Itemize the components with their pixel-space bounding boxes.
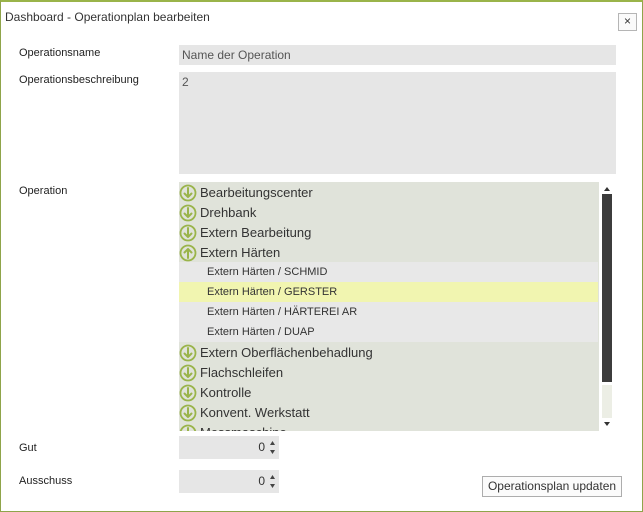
update-operation-plan-button[interactable]: Operationsplan updaten [482,476,622,497]
operation-group-item[interactable]: Flachschleifen [179,362,598,382]
dialog-window: Dashboard - Operationplan bearbeiten × O… [0,0,643,512]
scroll-down-icon[interactable] [602,419,612,429]
operation-group-item[interactable]: Bearbeitungscenter [179,182,598,202]
operation-group-item[interactable]: Kontrolle [179,382,598,402]
operation-name-label: Operationsname [19,47,101,59]
operation-group-item[interactable]: Messmaschine [179,422,598,431]
ausschuss-label: Ausschuss [19,475,73,487]
expand-down-icon[interactable] [179,224,197,242]
collapse-up-icon[interactable] [179,244,197,262]
expand-down-icon[interactable] [179,404,197,422]
ausschuss-stepper[interactable]: 0 [179,470,279,493]
expand-down-icon[interactable] [179,204,197,222]
operation-group-item[interactable]: Extern Härten [179,242,598,262]
operation-group-item[interactable]: Drehbank [179,202,598,222]
title-bar: Dashboard - Operationplan bearbeiten × [1,2,642,36]
operation-name-field[interactable]: Name der Operation [179,45,616,65]
operation-child-item[interactable]: Extern Härten / DUAP [179,322,598,342]
operation-child-item[interactable]: Extern Härten / GERSTER [179,282,598,302]
operation-description-label: Operationsbeschreibung [19,74,139,86]
operation-group-label: Extern Oberflächenbehadlung [200,345,373,360]
operation-child-label: Extern Härten / SCHMID [207,266,328,278]
window-title: Dashboard - Operationplan bearbeiten [5,10,210,24]
expand-down-icon[interactable] [179,424,197,431]
operation-child-label: Extern Härten / GERSTER [207,286,338,298]
operation-group-label: Messmaschine [200,425,287,431]
operation-group-label: Drehbank [200,205,257,220]
expand-down-icon[interactable] [179,384,197,402]
close-button[interactable]: × [618,13,637,31]
gut-stepper[interactable]: 0 [179,436,279,459]
ausschuss-value: 0 [258,474,265,488]
operation-child-label: Extern Härten / DUAP [207,326,315,338]
expand-down-icon[interactable] [179,344,197,362]
operation-group-label: Bearbeitungscenter [200,185,313,200]
operation-group-label: Flachschleifen [200,365,284,380]
operation-group-label: Kontrolle [200,385,252,400]
operation-group-item[interactable]: Extern Bearbeitung [179,222,598,242]
gut-label: Gut [19,442,37,454]
operation-group-item[interactable]: Extern Oberflächenbehadlung [179,342,598,362]
operation-list-items: Bearbeitungscenter Drehbank Extern Bearbei… [179,182,598,431]
scrollbar[interactable] [599,182,615,431]
operation-description-field[interactable]: 2 [179,72,616,174]
operation-group-label: Extern Bearbeitung [200,225,312,240]
stepper-arrows-icon[interactable] [267,438,278,457]
operation-child-label: Extern Härten / HÄRTEREI AR [207,306,358,318]
expand-down-icon[interactable] [179,184,197,202]
operation-group-item[interactable]: Konvent. Werkstatt [179,402,598,422]
operation-label: Operation [19,185,68,197]
expand-down-icon[interactable] [179,364,197,382]
operation-group-label: Konvent. Werkstatt [200,405,310,420]
operation-child-item[interactable]: Extern Härten / HÄRTEREI AR [179,302,598,322]
operation-list[interactable]: Bearbeitungscenter Drehbank Extern Bearbei… [179,182,615,431]
stepper-arrows-icon[interactable] [267,472,278,491]
operation-group-label: Extern Härten [200,245,281,260]
scrollbar-track[interactable] [602,385,612,418]
operation-child-item[interactable]: Extern Härten / SCHMID [179,262,598,282]
scrollbar-thumb[interactable] [602,194,612,382]
scroll-up-icon[interactable] [602,184,612,194]
gut-value: 0 [258,440,265,454]
